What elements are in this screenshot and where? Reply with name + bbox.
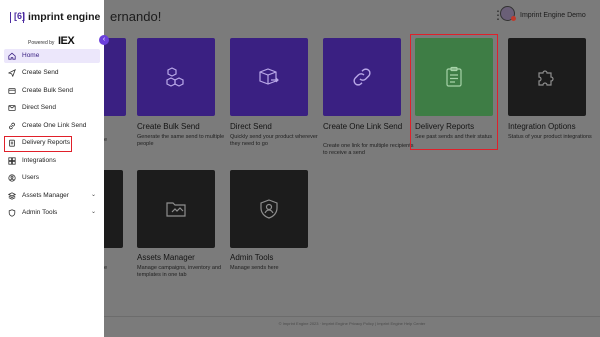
sidebar-item-integrations[interactable]: Integrations — [4, 154, 100, 168]
footer-divider — [104, 316, 600, 317]
card-create-one-link-send[interactable] — [323, 38, 401, 116]
card-title: Direct Send — [230, 122, 272, 131]
partner-logo: IEX — [58, 35, 75, 47]
sidebar-item-home[interactable]: Home — [4, 49, 100, 63]
card-description: Status of your product integrations — [508, 134, 592, 140]
sidebar-item-label: Create One Link Send — [22, 122, 87, 129]
brand-name[interactable]: imprint engine — [28, 11, 100, 23]
sidebar-item-label: Create Send — [22, 69, 59, 76]
card-title: Admin Tools — [230, 253, 274, 262]
card-description: Quickly send your product wherever they … — [230, 134, 318, 147]
integrations-icon — [8, 157, 16, 165]
admin-shield-icon — [260, 199, 278, 219]
card-title: Integration Options — [508, 122, 576, 131]
card-integration-options[interactable] — [508, 38, 586, 116]
card-description: Manage sends here — [230, 265, 279, 271]
card-create-bulk-send[interactable] — [137, 38, 215, 116]
sidebar-item-create-one-link-send[interactable]: Create One Link Send — [4, 119, 100, 133]
sidebar-item-assets-manager[interactable]: Assets Manager ⌄ — [4, 189, 100, 203]
sidebar-item-label: Integrations — [22, 157, 56, 164]
collapse-sidebar-button[interactable]: ‹ — [99, 35, 109, 45]
footer: © Imprint Engine 2023 · Imprint Engine P… — [278, 321, 426, 326]
assets-icon — [8, 192, 16, 200]
puzzle-icon — [538, 70, 554, 86]
boxes-icon — [166, 67, 184, 87]
shield-icon — [8, 209, 16, 217]
truck-box-icon — [259, 68, 279, 85]
home-icon — [8, 52, 16, 60]
card-assets-manager[interactable] — [137, 170, 215, 248]
card-description: Generate the same send to multiple peopl… — [137, 134, 225, 147]
sidebar-item-label: Assets Manager — [22, 192, 69, 199]
chevron-down-icon[interactable]: ⌄ — [91, 208, 96, 215]
sidebar-item-admin-tools[interactable]: Admin Tools ⌄ — [4, 206, 100, 220]
link-icon — [353, 68, 371, 86]
folder-icon — [166, 202, 186, 217]
highlight-box-sidebar-delivery-reports — [4, 136, 72, 152]
sidebar-item-users[interactable]: Users — [4, 171, 100, 185]
card-description: Create one link for multiple recipients … — [323, 143, 414, 156]
sidebar-item-label: Create Bulk Send — [22, 87, 73, 94]
partial-card-text: e — [104, 137, 108, 143]
sidebar-item-create-send[interactable]: Create Send — [4, 66, 100, 80]
card-direct-send[interactable] — [230, 38, 308, 116]
sidebar-item-direct-send[interactable]: Direct Send — [4, 101, 100, 115]
chevron-down-icon[interactable]: ⌄ — [91, 191, 96, 198]
card-description: Manage campaigns, inventory and template… — [137, 265, 222, 278]
card-title: Create One Link Send — [323, 122, 403, 131]
brand-mark-text: [6] — [14, 11, 25, 21]
highlight-box-delivery-reports — [410, 34, 498, 150]
card-admin-tools[interactable] — [230, 170, 308, 248]
sidebar-item-label: Home — [22, 52, 40, 59]
card-title: Create Bulk Send — [137, 122, 200, 131]
user-name[interactable]: Imprint Engine Demo — [520, 12, 586, 19]
sidebar-item-label: Users — [22, 174, 39, 181]
powered-by-label: Powered by — [28, 40, 55, 46]
bulk-send-icon — [8, 88, 16, 94]
send-icon — [8, 69, 16, 77]
link-icon — [9, 122, 15, 130]
avatar[interactable] — [500, 6, 516, 21]
sidebar: [6] imprint engine Powered by IEX ‹ Home… — [0, 0, 109, 337]
sidebar-item-label: Admin Tools — [22, 209, 58, 216]
card-title: Assets Manager — [137, 253, 195, 262]
page-greeting: ernando! — [110, 9, 162, 24]
brand-logo-icon: [6] — [10, 11, 25, 23]
direct-send-icon — [8, 105, 16, 111]
sidebar-item-label: Direct Send — [22, 104, 56, 111]
sidebar-item-create-bulk-send[interactable]: Create Bulk Send — [4, 84, 100, 98]
partial-card-text: e — [104, 265, 108, 271]
users-icon — [8, 174, 16, 182]
